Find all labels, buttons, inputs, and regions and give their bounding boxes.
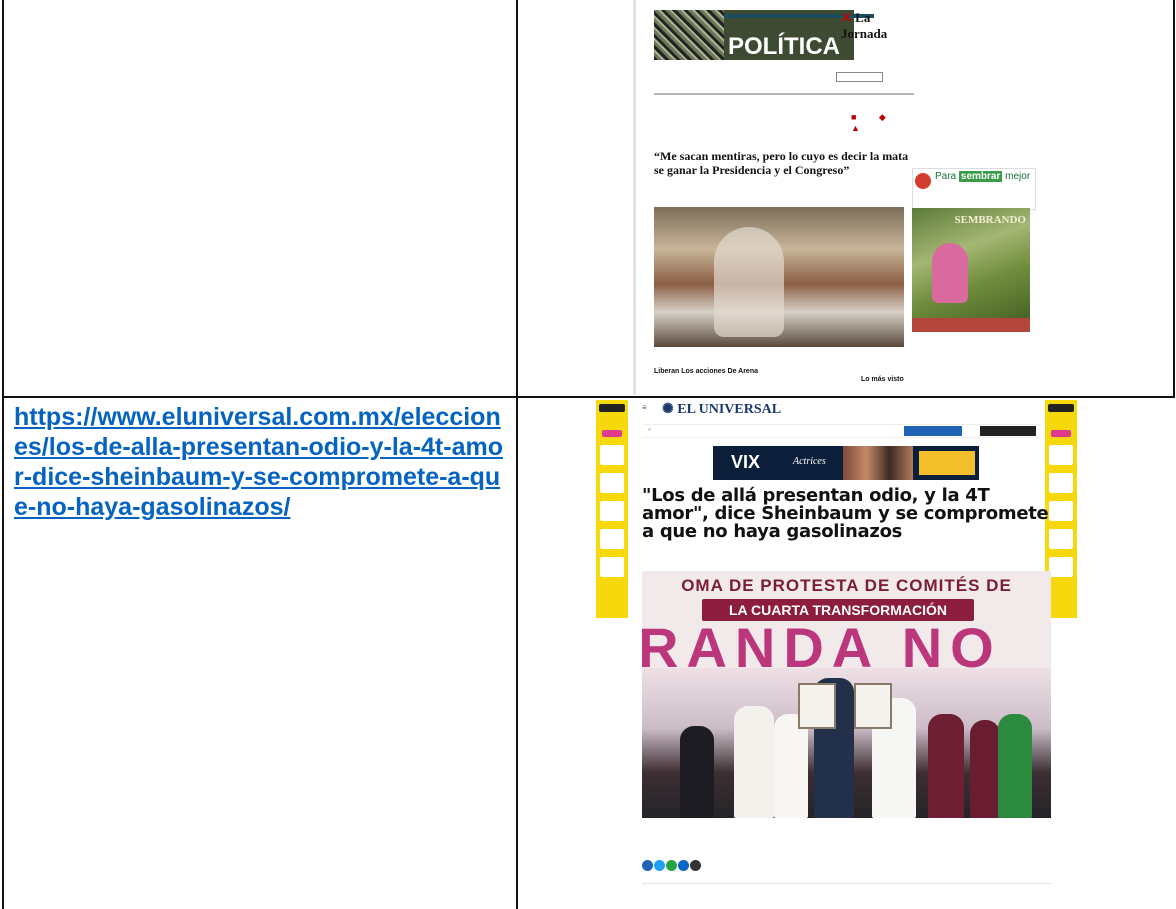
- jornada-search-input[interactable]: [836, 72, 883, 82]
- universal-logo[interactable]: ✺ EL UNIVERSAL: [662, 401, 781, 418]
- login-button[interactable]: [980, 426, 1036, 436]
- person: [680, 726, 714, 818]
- person: [774, 714, 808, 818]
- jornada-strip: [654, 93, 914, 95]
- table-border-right: [1173, 0, 1175, 398]
- jornada-main-photo: [654, 207, 904, 347]
- jornada-subheading[interactable]: Liberan Los acciones De Arena: [654, 368, 758, 375]
- side-ad-left[interactable]: [596, 400, 628, 618]
- vix-ad-banner[interactable]: VIX Actrices: [713, 446, 979, 480]
- linkedin-icon[interactable]: [678, 860, 689, 871]
- vix-show-title: Actrices: [793, 456, 826, 467]
- universal-headline: "Los de allá presentan odio, y la 4T amo…: [642, 485, 1049, 542]
- menu-icon[interactable]: ≡: [642, 403, 647, 412]
- jornada-aside-title: Lo más visto: [861, 376, 904, 383]
- jornada-crowd-image: [654, 10, 724, 60]
- sembrando-label: SEMBRANDO: [954, 214, 1026, 226]
- soil-band: [912, 318, 1030, 332]
- universal-screenshot: ≡ ✺ EL UNIVERSAL ⌕ VIX Actrices "Los de …: [590, 398, 1110, 909]
- person: [928, 714, 964, 818]
- vix-logo: VIX: [731, 452, 761, 472]
- email-icon[interactable]: [690, 860, 701, 871]
- universal-search-row: ⌕: [642, 424, 1042, 438]
- whatsapp-icon[interactable]: [666, 860, 677, 871]
- twitter-icon[interactable]: [654, 860, 665, 871]
- ad-badge-icon: [915, 173, 931, 189]
- person: [998, 714, 1032, 818]
- search-icon[interactable]: ⌕: [648, 427, 651, 434]
- jornada-ad-box[interactable]: Para sembrar mejor: [912, 168, 1036, 210]
- ad-text: Para sembrar mejor: [935, 171, 1031, 182]
- table-border-middle: [516, 0, 518, 909]
- vix-cta[interactable]: [919, 451, 975, 475]
- farmer-figure: [932, 243, 968, 303]
- facebook-icon[interactable]: [642, 860, 653, 871]
- jornada-share-icons[interactable]: ■ ◆ ▲: [851, 112, 916, 133]
- table-border-left: [2, 0, 4, 909]
- jornada-section-title: POLÍTICA: [728, 33, 840, 60]
- signed-document: [798, 683, 836, 729]
- signed-document: [854, 683, 892, 729]
- universal-main-photo: OMA DE PROTESTA DE COMITÉS DE LA CUARTA …: [642, 571, 1051, 818]
- share-icons[interactable]: [642, 858, 702, 872]
- banner-line-1: OMA DE PROTESTA DE COMITÉS DE: [681, 576, 1012, 595]
- person: [734, 706, 774, 818]
- person: [970, 720, 1000, 818]
- jornada-headline: “Me sacan mentiras, pero lo cuyo es deci…: [654, 149, 909, 177]
- universal-topbar: ≡ ✺ EL UNIVERSAL: [642, 402, 1040, 417]
- jornada-screenshot: ✕ La Jornada POLÍTICA ■ ◆ ▲ “Me sacan me…: [633, 0, 916, 395]
- bottom-rule: [642, 883, 1052, 884]
- vix-faces-image: [843, 446, 913, 480]
- jornada-logo: ✕ La Jornada: [841, 10, 888, 41]
- jornada-sembrando-ad[interactable]: SEMBRANDO: [912, 208, 1030, 332]
- subscribe-button[interactable]: [904, 426, 962, 436]
- article-link[interactable]: https://www.eluniversal.com.mx/eleccione…: [14, 402, 512, 522]
